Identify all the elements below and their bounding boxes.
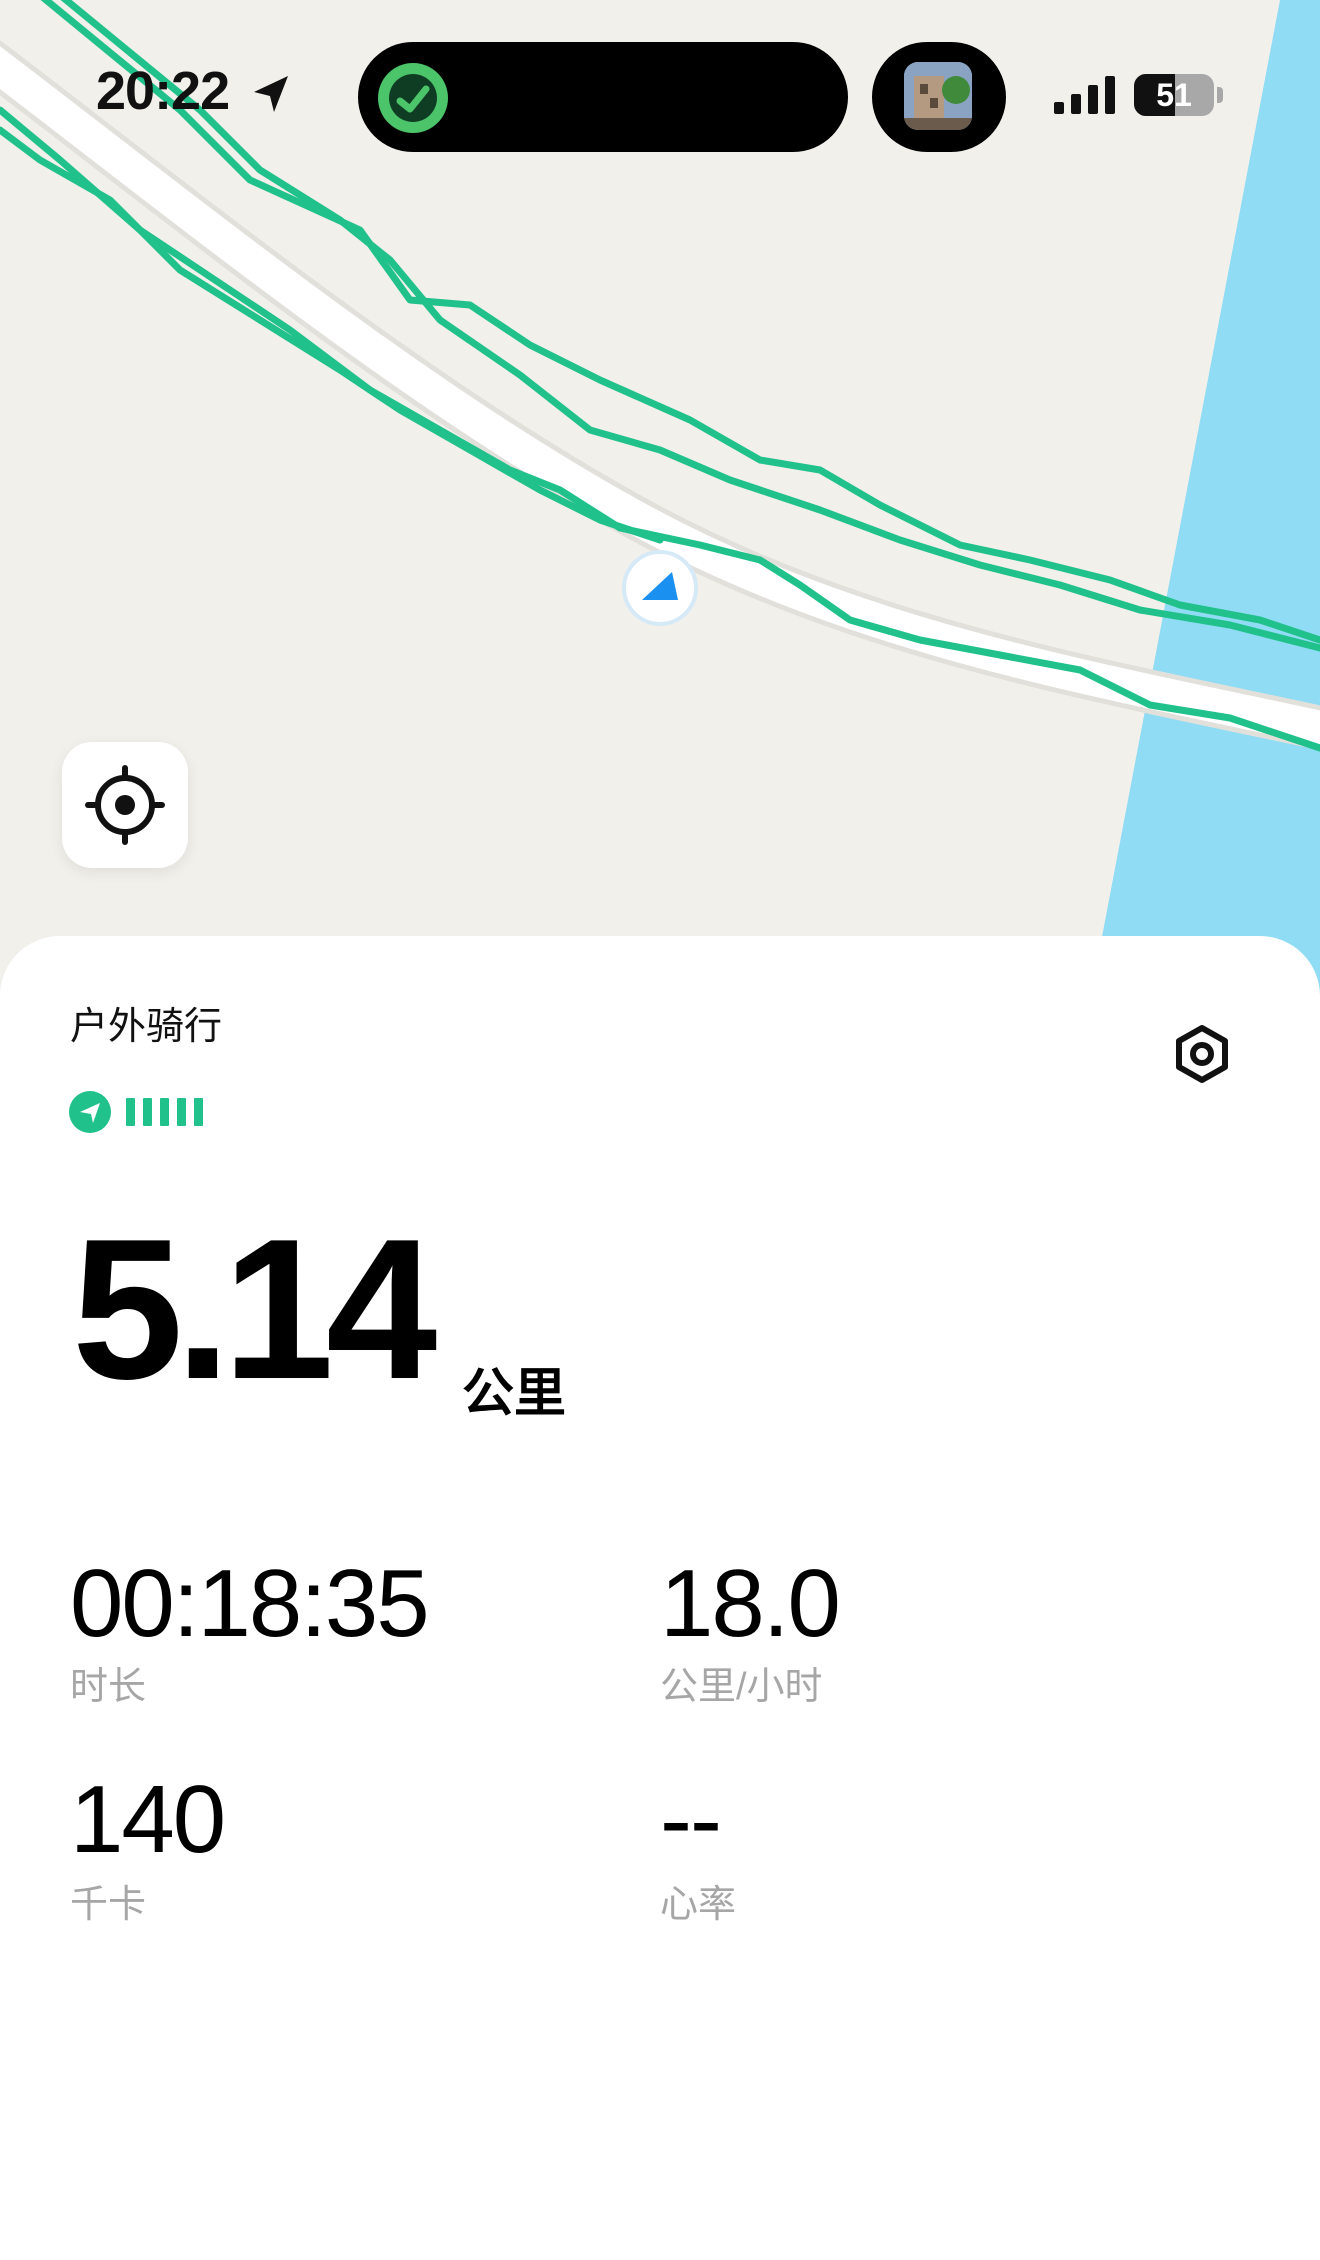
photo-thumbnail[interactable] xyxy=(904,62,972,130)
locate-button[interactable] xyxy=(62,742,188,868)
settings-hexagon-icon[interactable] xyxy=(1172,1024,1232,1084)
distance-unit: 公里 xyxy=(462,1365,567,1423)
speed-value: 18.0 xyxy=(660,1550,841,1657)
heart-rate-label: 心率 xyxy=(660,1884,737,1926)
calories-value: 140 xyxy=(70,1766,226,1873)
duration-label: 时长 xyxy=(70,1666,147,1708)
battery-indicator: 51 xyxy=(1134,74,1214,116)
distance-value: 5.14 xyxy=(72,1198,437,1421)
heart-rate-value: -- xyxy=(660,1766,722,1873)
current-position-marker xyxy=(622,550,698,626)
road-inner xyxy=(0,46,1320,746)
road xyxy=(0,40,1320,751)
speed-label: 公里/小时 xyxy=(660,1666,823,1708)
duration-value: 00:18:35 xyxy=(70,1550,430,1657)
crosshair-target-icon xyxy=(85,765,165,845)
location-arrow-icon xyxy=(254,76,288,112)
cellular-signal-icon xyxy=(1054,76,1115,114)
activity-app-icon[interactable] xyxy=(378,63,448,133)
calories-label: 千卡 xyxy=(70,1884,147,1926)
battery-cap xyxy=(1217,87,1223,103)
status-time: 20:22 xyxy=(96,61,230,121)
gps-signal-icon xyxy=(69,1091,203,1133)
battery-level: 51 xyxy=(1156,77,1192,113)
activity-title: 户外骑行 xyxy=(70,1006,223,1048)
river-water xyxy=(1090,0,1320,1000)
